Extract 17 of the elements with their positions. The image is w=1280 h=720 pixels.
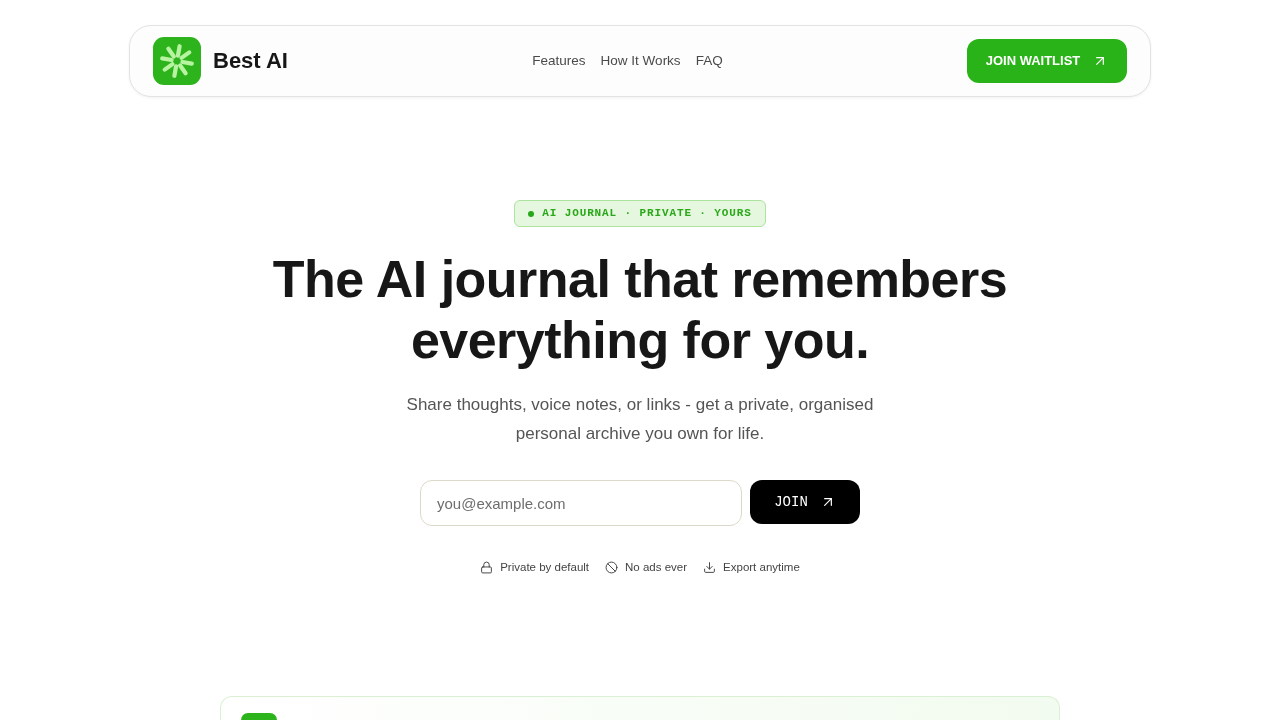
badge-text: AI JOURNAL · PRIVATE · YOURS xyxy=(542,206,752,222)
sparkle-logo-icon xyxy=(153,37,201,85)
perk-label: No ads ever xyxy=(625,560,688,575)
lock-icon xyxy=(480,561,494,575)
ban-icon xyxy=(605,561,619,575)
perk-label: Private by default xyxy=(500,560,590,575)
app-tile-icon xyxy=(241,713,277,720)
nav-link[interactable]: FAQ xyxy=(695,50,723,72)
nav-link[interactable]: Features xyxy=(532,50,586,72)
hero-headline: The AI journal that remembers everything for you. xyxy=(271,249,1009,371)
brand-name: Best AI xyxy=(213,50,288,72)
download-icon xyxy=(703,561,717,575)
perk-label: Export anytime xyxy=(723,560,800,575)
email-field[interactable]: you@example.com xyxy=(420,480,742,526)
join-button[interactable]: JOIN xyxy=(750,480,860,524)
hero-subtitle: Share thoughts, voice notes, or links - get a private, organised personal archive you own for life. xyxy=(405,394,875,445)
nav-link[interactable]: How It Works xyxy=(600,50,681,72)
